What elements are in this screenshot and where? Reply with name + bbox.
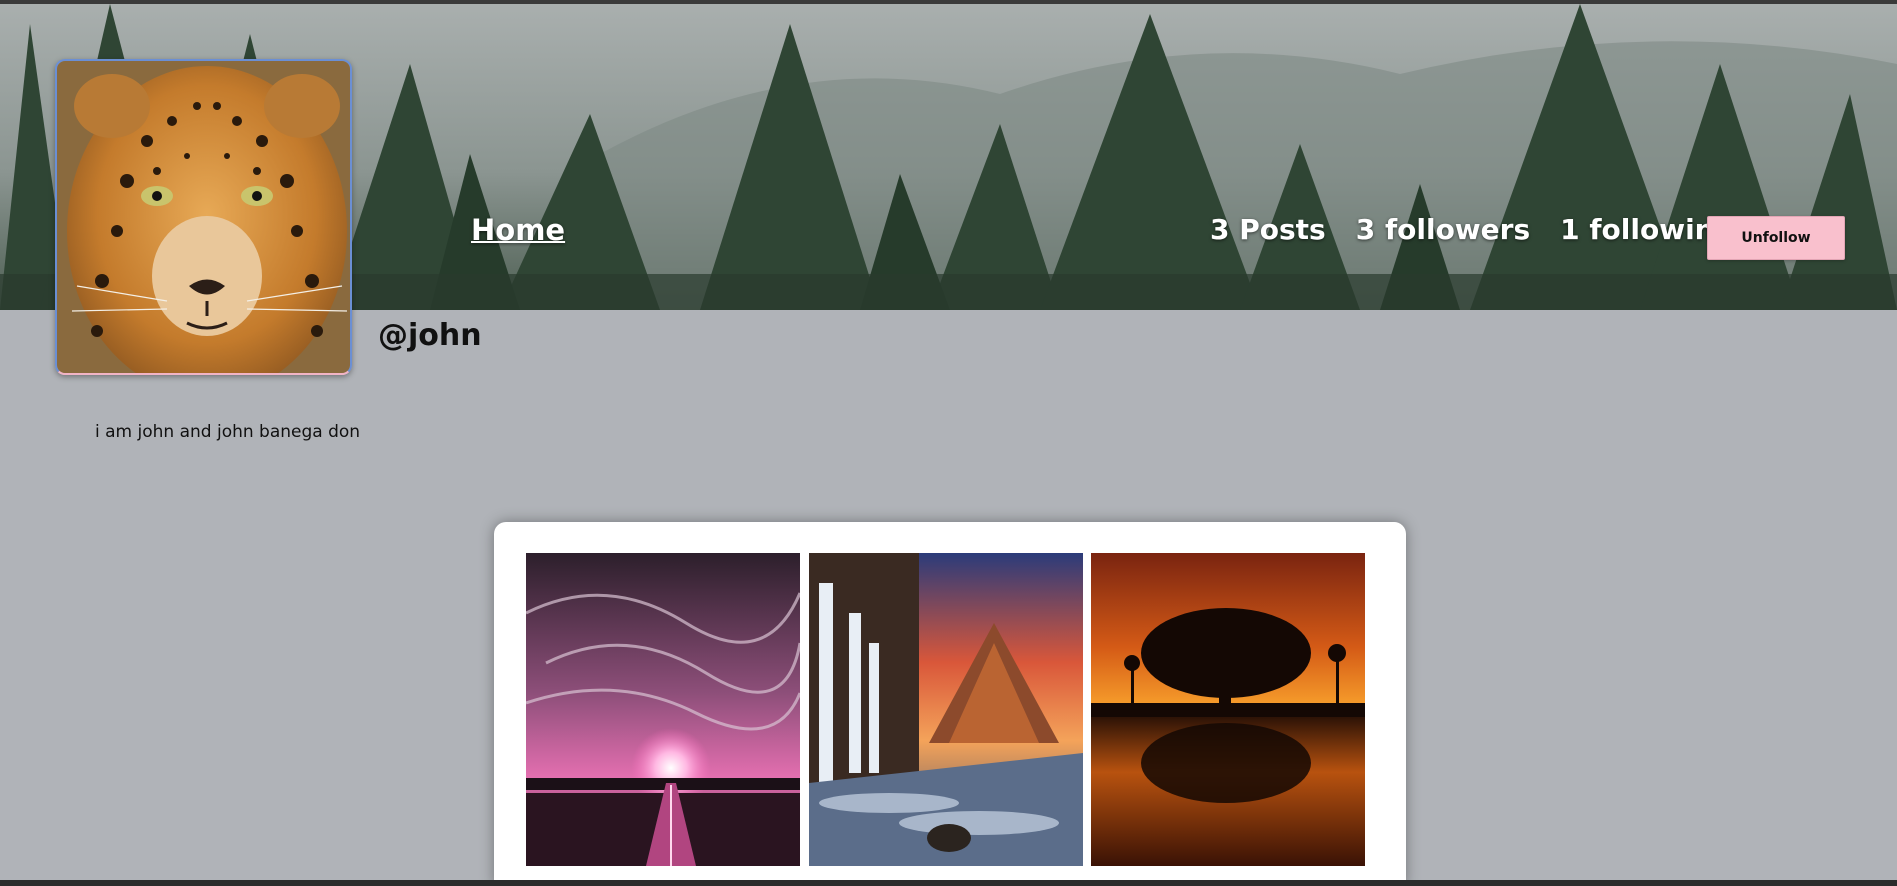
unfollow-button[interactable]: Unfollow: [1707, 216, 1845, 260]
nav-home-link[interactable]: Home: [471, 213, 565, 247]
post-thumbnail[interactable]: [809, 553, 1083, 866]
post-thumbnail[interactable]: [526, 553, 800, 866]
profile-bio: i am john and john banega don: [95, 422, 361, 442]
posts-count[interactable]: 3 Posts: [1210, 213, 1326, 246]
post-thumbnail[interactable]: [1091, 553, 1365, 866]
profile-avatar: [55, 59, 352, 375]
tree-sunset-reflection-icon: [1091, 553, 1365, 866]
profile-username: @john: [378, 318, 482, 353]
profile-stats: 3 Posts 3 followers 1 following: [1210, 213, 1735, 246]
pink-sunset-road-icon: [526, 553, 800, 866]
waterfall-mountain-icon: [809, 553, 1083, 866]
posts-gallery: [494, 522, 1406, 886]
window-bottom-border: [0, 880, 1897, 886]
leopard-avatar-icon: [57, 61, 350, 373]
followers-count[interactable]: 3 followers: [1356, 213, 1530, 246]
